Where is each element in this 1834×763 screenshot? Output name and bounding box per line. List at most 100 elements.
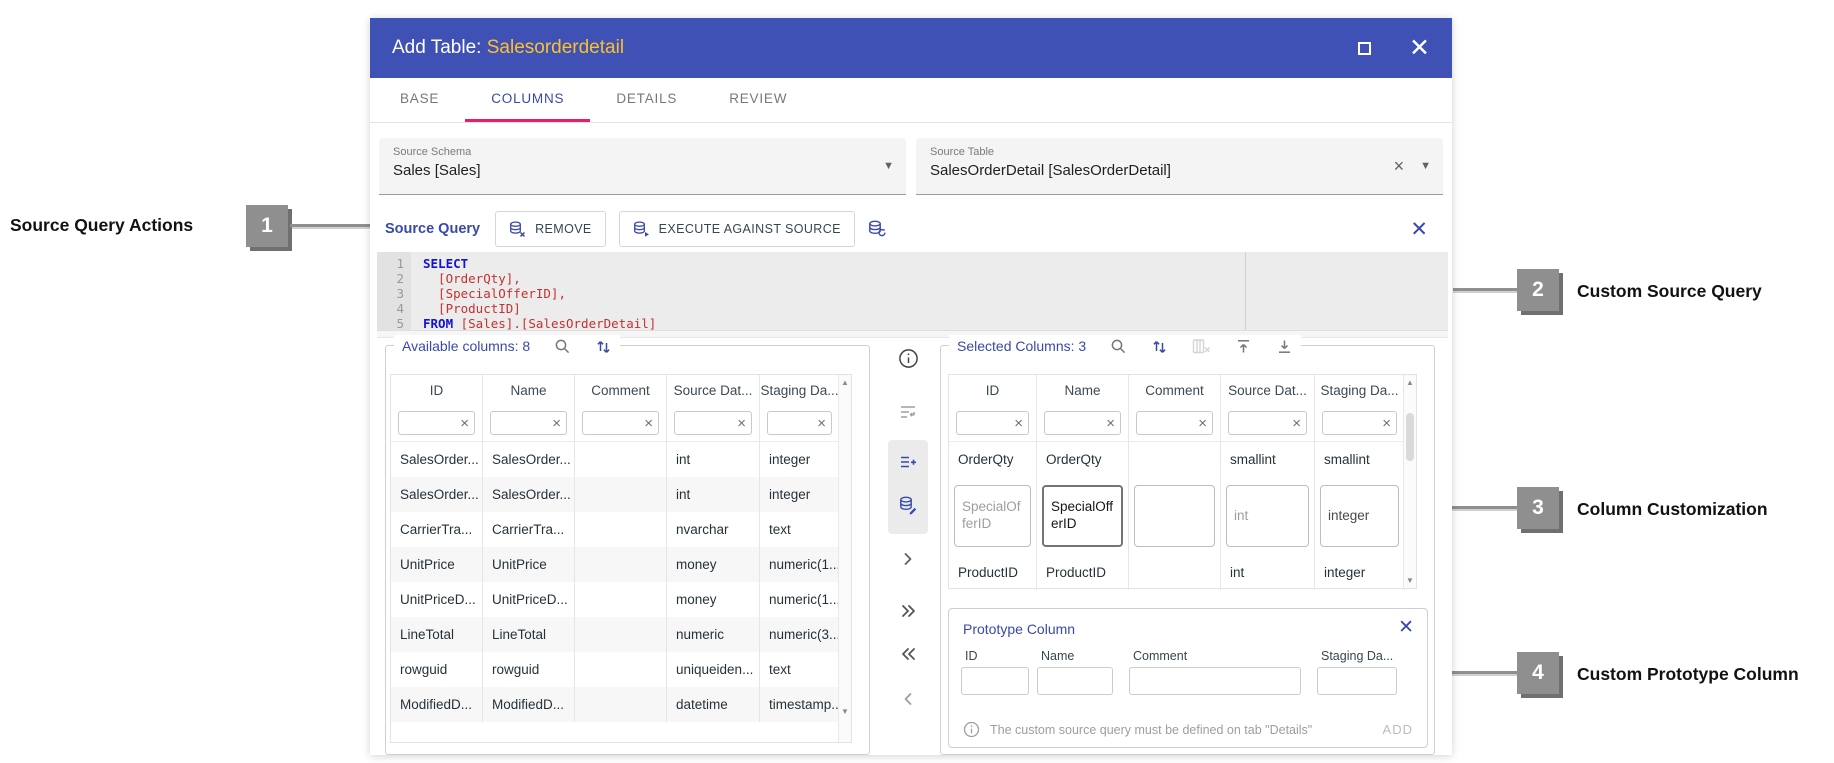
edit-name-input[interactable]: SpecialOfferID (1042, 485, 1123, 547)
tab-base[interactable]: BASE (374, 78, 465, 122)
edit-columns-icon[interactable] (888, 496, 928, 515)
scroll-up-icon[interactable]: ▲ (839, 378, 851, 387)
clear-filter-icon[interactable]: × (737, 416, 746, 431)
tab-details[interactable]: DETAILS (590, 78, 703, 122)
prototype-id-input[interactable] (961, 667, 1029, 695)
filter-input[interactable]: × (1044, 411, 1121, 435)
filter-input[interactable]: × (582, 411, 659, 435)
maximize-icon[interactable] (1358, 42, 1371, 55)
table-row[interactable]: LineTotalLineTotalnumericnumeric(3... (391, 617, 851, 652)
source-table-value: SalesOrderDetail [SalesOrderDetail] (930, 162, 1429, 179)
table-row[interactable]: OrderQtyOrderQtysmallintsmallint (949, 442, 1416, 477)
table-cell: CarrierTra... (391, 512, 483, 547)
edit-staging-input[interactable]: integer (1320, 485, 1399, 547)
move-left-icon[interactable] (888, 690, 928, 708)
clear-filter-icon[interactable]: × (644, 416, 653, 431)
chevron-down-icon[interactable]: ▼ (883, 160, 894, 172)
table-row[interactable]: UnitPriceUnitPricemoneynumeric(1... (391, 547, 851, 582)
column-header[interactable]: Source Dat... (1221, 375, 1315, 405)
close-query-icon[interactable]: ✕ (1410, 219, 1428, 240)
wrap-text-icon[interactable] (888, 403, 928, 421)
filter-input[interactable]: × (1228, 411, 1307, 435)
move-all-right-icon[interactable] (888, 602, 928, 620)
table-row[interactable]: CarrierTra...CarrierTra...nvarchartext (391, 512, 851, 547)
annotation-label-custom-source-query: Custom Source Query (1577, 281, 1762, 302)
add-prototype-button[interactable]: ADD (1383, 722, 1413, 737)
tab-columns[interactable]: COLUMNS (465, 78, 590, 122)
clear-filter-icon[interactable]: × (1198, 416, 1207, 431)
remove-query-button[interactable]: REMOVE (495, 211, 606, 247)
add-column-icon[interactable] (888, 453, 928, 471)
clear-filter-icon[interactable]: × (1292, 416, 1301, 431)
move-to-top-icon[interactable] (1235, 338, 1252, 355)
table-row[interactable]: SalesOrder...SalesOrder...intinteger (391, 442, 851, 477)
source-table-field[interactable]: Source Table SalesOrderDetail [SalesOrde… (916, 138, 1443, 195)
sort-icon[interactable] (595, 338, 612, 355)
tab-review[interactable]: REVIEW (703, 78, 813, 122)
info-icon[interactable] (888, 348, 928, 369)
filter-input[interactable]: × (674, 411, 752, 435)
prototype-comment-input[interactable] (1129, 667, 1301, 695)
clear-filter-icon[interactable]: × (1382, 416, 1391, 431)
filter-input[interactable]: × (956, 411, 1029, 435)
column-header[interactable]: Comment (575, 375, 667, 405)
move-all-left-icon[interactable] (888, 645, 928, 663)
filter-input[interactable]: × (398, 411, 475, 435)
edit-comment-input[interactable] (1134, 485, 1215, 547)
prototype-name-input[interactable] (1037, 667, 1113, 695)
clear-filter-icon[interactable]: × (1106, 416, 1115, 431)
column-header[interactable]: Name (483, 375, 575, 405)
chevron-down-icon[interactable]: ▼ (1420, 160, 1431, 172)
column-header[interactable]: Staging Da... (1315, 375, 1405, 405)
editing-row[interactable]: SpecialOfferIDSpecialOfferID intinteger (949, 477, 1416, 555)
scrollbar-thumb[interactable] (1406, 413, 1414, 461)
filter-input[interactable]: × (767, 411, 832, 435)
download-icon[interactable] (1276, 338, 1293, 355)
prototype-inputs-row: IDNameCommentStaging Da... (961, 649, 1397, 695)
vertical-scrollbar[interactable]: ▲▼ (838, 375, 851, 742)
execute-against-source-button[interactable]: EXECUTE AGAINST SOURCE (619, 211, 855, 247)
move-right-icon[interactable] (888, 550, 928, 568)
table-cell: numeric (667, 617, 760, 652)
close-icon[interactable]: ✕ (1409, 36, 1430, 61)
search-icon[interactable] (1110, 338, 1127, 355)
table-cell: rowguid (391, 652, 483, 687)
table-cell: SalesOrder... (391, 442, 483, 477)
filter-input[interactable]: × (1136, 411, 1213, 435)
column-header[interactable]: ID (391, 375, 483, 405)
table-row[interactable]: ProductIDProductIDintinteger (949, 555, 1416, 590)
column-header[interactable]: ID (949, 375, 1037, 405)
clear-filter-icon[interactable]: × (817, 416, 826, 431)
close-prototype-icon[interactable]: ✕ (1398, 618, 1414, 637)
sql-identifier: [OrderQty], (423, 271, 521, 286)
clear-filter-icon[interactable]: × (1014, 416, 1023, 431)
table-cell: ModifiedD... (483, 687, 575, 722)
clear-icon[interactable]: × (1394, 157, 1405, 175)
vertical-scrollbar[interactable]: ▲▼ (1403, 375, 1416, 588)
column-header[interactable]: Staging Da... (760, 375, 840, 405)
database-refresh-icon[interactable] (868, 220, 887, 239)
scroll-down-icon[interactable]: ▼ (1404, 576, 1416, 585)
prototype-stagingda-input[interactable] (1317, 667, 1397, 695)
column-header[interactable]: Source Dat... (667, 375, 760, 405)
scroll-down-icon[interactable]: ▼ (839, 707, 851, 716)
filter-input[interactable]: × (490, 411, 567, 435)
clear-filter-icon[interactable]: × (552, 416, 561, 431)
table-row[interactable]: rowguidrowguiduniqueiden...text (391, 652, 851, 687)
sql-editor[interactable]: 12345 SELECT [OrderQty], [SpecialOfferID… (377, 252, 1448, 330)
source-schema-field[interactable]: Source Schema Sales [Sales] ▼ (379, 138, 906, 195)
clear-filter-icon[interactable]: × (460, 416, 469, 431)
column-header[interactable]: Comment (1129, 375, 1221, 405)
table-row[interactable]: UnitPriceD...UnitPriceD...moneynumeric(1… (391, 582, 851, 617)
table-cell: money (667, 582, 760, 617)
sort-icon[interactable] (1151, 338, 1168, 355)
filter-input[interactable]: × (1322, 411, 1397, 435)
edit-id-input[interactable]: SpecialOfferID (954, 485, 1031, 547)
column-header[interactable]: Name (1037, 375, 1129, 405)
filter-cell: × (1221, 405, 1315, 442)
edit-source-input[interactable]: int (1226, 485, 1309, 547)
search-icon[interactable] (554, 338, 571, 355)
table-row[interactable]: ModifiedD...ModifiedD...datetimetimestam… (391, 687, 851, 722)
scroll-up-icon[interactable]: ▲ (1404, 378, 1416, 387)
table-row[interactable]: SalesOrder...SalesOrder...intinteger (391, 477, 851, 512)
